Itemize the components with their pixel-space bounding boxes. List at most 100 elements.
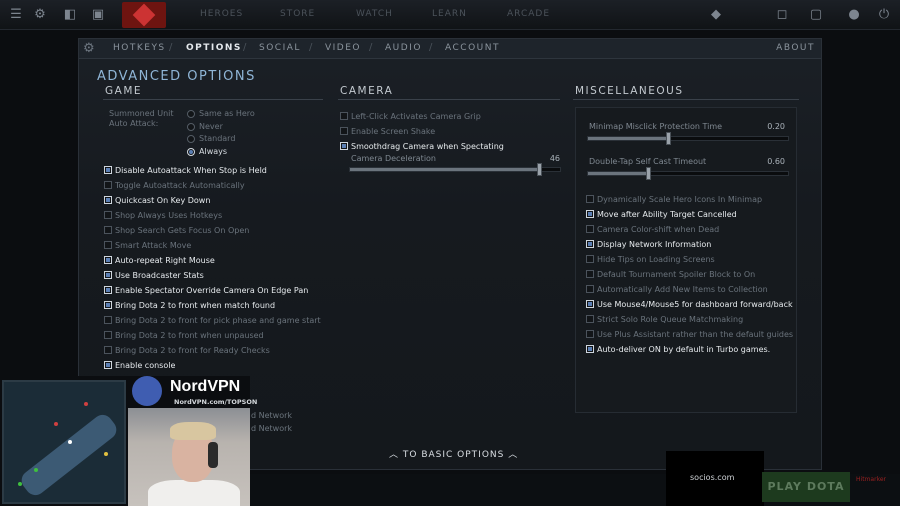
checked-checkbox[interactable]: [586, 210, 594, 218]
menu-icon[interactable]: ☰: [8, 7, 24, 23]
checked-checkbox[interactable]: [104, 256, 112, 264]
unchecked-checkbox[interactable]: [586, 195, 594, 203]
checked-checkbox[interactable]: [104, 196, 112, 204]
checked-checkbox[interactable]: [104, 301, 112, 309]
friends-icon[interactable]: ◻: [774, 7, 790, 23]
to-basic-options-button[interactable]: ︿ TO BASIC OPTIONS ︿: [389, 447, 518, 460]
avatar-icon[interactable]: ●: [846, 7, 862, 23]
tab-options[interactable]: OPTIONS: [186, 43, 242, 53]
dota-logo[interactable]: [122, 2, 166, 28]
radio-button[interactable]: [187, 122, 195, 131]
option-checkbox-row[interactable]: Bring Dota 2 to front when match found: [104, 300, 324, 312]
option-label: Dynamically Scale Hero Icons In Minimap: [597, 195, 763, 204]
option-checkbox-row[interactable]: Bring Dota 2 to front for pick phase and…: [104, 315, 324, 327]
option-checkbox-row[interactable]: Auto-repeat Right Mouse: [104, 255, 324, 267]
power-icon[interactable]: ⏻: [876, 7, 892, 23]
checked-checkbox[interactable]: [104, 166, 112, 174]
option-checkbox-row[interactable]: Strict Solo Role Queue Matchmaking: [586, 314, 806, 326]
divider: [103, 99, 323, 100]
misc-heading: MISCELLANEOUS: [575, 85, 684, 97]
option-checkbox-row[interactable]: Use Mouse4/Mouse5 for dashboard forward/…: [586, 299, 806, 311]
unchecked-checkbox[interactable]: [586, 255, 594, 263]
radio-button[interactable]: [187, 110, 195, 118]
checked-checkbox[interactable]: [104, 271, 112, 279]
webcam-feed: [128, 408, 250, 506]
nav-store[interactable]: STORE: [280, 9, 315, 19]
nav-heroes[interactable]: HEROES: [200, 9, 243, 19]
notifications-icon[interactable]: ▢: [808, 7, 824, 23]
option-checkbox-row[interactable]: Smoothdrag Camera when Spectating: [340, 141, 560, 153]
unchecked-checkbox[interactable]: [586, 285, 594, 293]
radio-button[interactable]: [187, 147, 195, 156]
profile-icon[interactable]: ▣: [90, 7, 106, 23]
unchecked-checkbox[interactable]: [586, 330, 594, 338]
checked-checkbox[interactable]: [104, 361, 112, 369]
checked-checkbox[interactable]: [340, 142, 348, 150]
option-label: Bring Dota 2 to front for pick phase and…: [115, 316, 321, 325]
checked-checkbox[interactable]: [586, 300, 594, 308]
option-checkbox-row[interactable]: Dynamically Scale Hero Icons In Minimap: [586, 194, 806, 206]
option-label: Default Tournament Spoiler Block to On: [597, 270, 756, 279]
tab-social[interactable]: SOCIAL: [259, 43, 301, 53]
option-checkbox-row[interactable]: Hide Tips on Loading Screens: [586, 254, 806, 266]
option-checkbox-row[interactable]: Use Broadcaster Stats: [104, 270, 324, 282]
checked-checkbox[interactable]: [104, 286, 112, 294]
rank-medal-icon[interactable]: ◆: [708, 7, 724, 23]
option-checkbox-row[interactable]: Display Network Information: [586, 239, 806, 251]
checked-checkbox[interactable]: [586, 345, 594, 353]
unchecked-checkbox[interactable]: [104, 181, 112, 189]
option-checkbox-row[interactable]: Enable Screen Shake: [340, 126, 560, 138]
option-checkbox-row[interactable]: Bring Dota 2 to front when unpaused: [104, 330, 324, 342]
settings-gear-icon[interactable]: ⚙: [32, 7, 48, 23]
option-checkbox-row[interactable]: Camera Color-shift when Dead: [586, 224, 806, 236]
option-checkbox-row[interactable]: Automatically Add New Items to Collectio…: [586, 284, 806, 296]
unchecked-checkbox[interactable]: [340, 127, 348, 135]
option-checkbox-row[interactable]: Shop Search Gets Focus On Open: [104, 225, 324, 237]
checked-checkbox[interactable]: [586, 240, 594, 248]
option-checkbox-row[interactable]: Toggle Autoattack Automatically: [104, 180, 324, 192]
unchecked-checkbox[interactable]: [340, 112, 348, 120]
option-checkbox-row[interactable]: Auto-deliver ON by default in Turbo game…: [586, 344, 806, 356]
option-label: Move after Ability Target Cancelled: [597, 210, 737, 219]
slider-knob[interactable]: [537, 163, 542, 176]
unchecked-checkbox[interactable]: [586, 315, 594, 323]
option-checkbox-row[interactable]: Bring Dota 2 to front for Ready Checks: [104, 345, 324, 357]
radio-button[interactable]: [187, 135, 195, 143]
tab-video[interactable]: VIDEO: [325, 43, 361, 53]
camera-decel-slider[interactable]: [349, 163, 561, 176]
about-link[interactable]: ABOUT: [776, 43, 815, 53]
nav-arcade[interactable]: ARCADE: [507, 9, 550, 19]
slider-knob[interactable]: [646, 167, 651, 180]
tab-account[interactable]: ACCOUNT: [445, 43, 500, 53]
chat-icon[interactable]: ◧: [62, 7, 78, 23]
option-label: Quickcast On Key Down: [115, 196, 211, 205]
option-checkbox-row[interactable]: Default Tournament Spoiler Block to On: [586, 269, 806, 281]
unchecked-checkbox[interactable]: [104, 316, 112, 324]
tab-audio[interactable]: AUDIO: [385, 43, 422, 53]
option-checkbox-row[interactable]: Enable console: [104, 360, 324, 372]
option-checkbox-row[interactable]: Disable Autoattack When Stop is Held: [104, 165, 324, 177]
unchecked-checkbox[interactable]: [104, 241, 112, 249]
option-checkbox-row[interactable]: Smart Attack Move: [104, 240, 324, 252]
nav-watch[interactable]: WATCH: [356, 9, 393, 19]
double-tap-slider[interactable]: [587, 167, 789, 180]
unchecked-checkbox[interactable]: [586, 270, 594, 278]
minimap-misclick-label: Minimap Misclick Protection Time: [589, 122, 723, 131]
option-checkbox-row[interactable]: Use Plus Assistant rather than the defau…: [586, 329, 806, 341]
unchecked-checkbox[interactable]: [104, 226, 112, 234]
divider: [338, 99, 560, 100]
slider-knob[interactable]: [666, 132, 671, 145]
unchecked-checkbox[interactable]: [104, 211, 112, 219]
unchecked-checkbox[interactable]: [104, 331, 112, 339]
unchecked-checkbox[interactable]: [104, 346, 112, 354]
option-checkbox-row[interactable]: Quickcast On Key Down: [104, 195, 324, 207]
option-checkbox-row[interactable]: Move after Ability Target Cancelled: [586, 209, 806, 221]
option-checkbox-row[interactable]: Left-Click Activates Camera Grip: [340, 111, 560, 123]
nav-learn[interactable]: LEARN: [432, 9, 467, 19]
minimap-misclick-slider[interactable]: [587, 132, 789, 145]
option-checkbox-row[interactable]: Shop Always Uses Hotkeys: [104, 210, 324, 222]
tab-hotkeys[interactable]: HOTKEYS: [113, 43, 166, 53]
play-dota-button[interactable]: PLAY DOTA: [762, 472, 850, 502]
option-checkbox-row[interactable]: Enable Spectator Override Camera On Edge…: [104, 285, 324, 297]
unchecked-checkbox[interactable]: [586, 225, 594, 233]
